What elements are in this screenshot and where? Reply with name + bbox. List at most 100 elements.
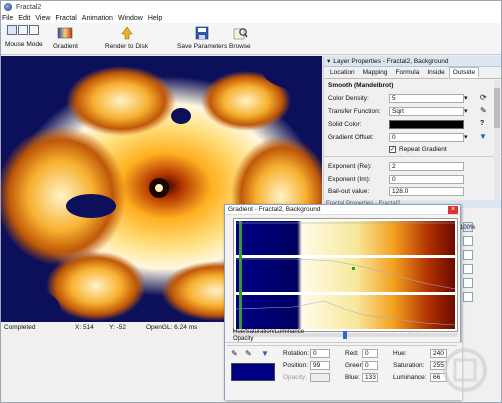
controls-divider: [227, 345, 457, 346]
color-density-label: Color Density:: [328, 95, 369, 102]
bailout-field[interactable]: 128.0: [389, 187, 464, 196]
menu-view[interactable]: View: [35, 15, 50, 22]
browse-button[interactable]: Browse: [229, 25, 251, 50]
panel-scroll-thumb[interactable]: [494, 88, 500, 128]
color-density-dropdown-icon[interactable]: ▾: [464, 94, 468, 102]
window-title: Fractal2: [16, 3, 42, 11]
gradient-window-titlebar: Gradient - Fractal2, Background: [225, 205, 460, 215]
close-icon[interactable]: ×: [448, 206, 458, 214]
gradient-controls: ✎ ✎ ▼ Rotation: 0 Position: 99 Opacity: …: [225, 342, 462, 400]
solid-color-label: Solid Color:: [328, 121, 362, 128]
current-color-swatch[interactable]: [231, 363, 275, 381]
tab-location[interactable]: Location: [326, 67, 359, 78]
render-label: Render to Disk: [105, 43, 148, 50]
transfer-function-select[interactable]: Sqrt: [389, 107, 464, 116]
percent-label: 100%: [460, 225, 476, 231]
tool-delete-icon[interactable]: [463, 250, 473, 260]
save-icon: [194, 25, 210, 41]
gradient-editor[interactable]: [233, 218, 458, 332]
status-y: Y: -52: [109, 324, 126, 331]
gradient-offset-field[interactable]: 0: [389, 133, 464, 142]
pointer-icon[interactable]: [7, 25, 18, 35]
mouse-mode-label: Mouse Mode: [5, 41, 43, 48]
exponent-im-field[interactable]: 0: [389, 175, 464, 184]
bailout-label: Bail-out value:: [328, 188, 370, 195]
menu-fractal[interactable]: Fractal: [55, 15, 76, 22]
save-parameters-label: Save Parameters: [177, 43, 228, 50]
gradient-offset-dropdown-icon[interactable]: ▾: [464, 133, 468, 141]
tab-inside[interactable]: Inside: [423, 67, 448, 78]
menu-file[interactable]: File: [2, 15, 13, 22]
gradient-icon: [57, 25, 73, 41]
rotation-label: Rotation:: [283, 350, 310, 357]
gradient-offset-label: Gradient Offset:: [328, 134, 374, 141]
gradient-button[interactable]: Gradient: [53, 25, 78, 50]
rotation-field[interactable]: 0: [310, 349, 330, 358]
exponent-re-label: Exponent (Re):: [328, 163, 372, 170]
layer-panel-title: Layer Properties - Fractal2, Background: [333, 57, 449, 65]
transfer-dropdown-icon[interactable]: ▾: [464, 107, 468, 115]
mouse-mode-icons: [7, 25, 40, 35]
pan-icon[interactable]: [29, 25, 40, 35]
divider: [324, 156, 502, 157]
tab-formula[interactable]: Formula: [392, 67, 424, 78]
gradient-side-tools: [463, 222, 481, 312]
solid-color-swatch[interactable]: [389, 120, 464, 129]
menu-animation[interactable]: Animation: [82, 15, 113, 22]
exponent-im-label: Exponent (Im):: [328, 176, 371, 183]
tool-invert-icon[interactable]: [463, 278, 473, 288]
watermark-logo: [443, 348, 487, 392]
opacity-field[interactable]: [310, 373, 330, 382]
menu-window[interactable]: Window: [118, 15, 143, 22]
curve-edit-icon[interactable]: ✎: [480, 106, 487, 115]
menu-help[interactable]: Help: [148, 15, 162, 22]
tool-smooth-icon[interactable]: [463, 292, 473, 302]
repeat-gradient-label: Repeat Gradient: [399, 146, 447, 153]
hue-label: Hue:: [393, 350, 407, 357]
green-field[interactable]: 0: [362, 361, 378, 370]
menu-edit[interactable]: Edit: [18, 15, 30, 22]
tool-duplicate-icon[interactable]: [463, 236, 473, 246]
blue-field[interactable]: 133: [362, 373, 378, 382]
position-slider-handle[interactable]: [343, 331, 347, 339]
layer-tabs: Location Mapping Formula Inside Outside: [324, 67, 501, 79]
panel-scrollbar[interactable]: [494, 80, 500, 202]
status-opengl: OpenGL: 6.24 ms: [146, 324, 198, 331]
color-density-field[interactable]: 5: [389, 94, 464, 103]
render-icon: [119, 25, 135, 41]
luminance-label: Luminance:: [393, 374, 427, 381]
reset-icon[interactable]: ⟳: [480, 93, 487, 102]
opacity-caption: Opacity: [233, 336, 254, 342]
repeat-gradient-checkbox[interactable]: ✓: [389, 146, 396, 153]
menu-bar: File Edit View Fractal Animation Window …: [1, 13, 501, 23]
tool-reverse-icon[interactable]: [463, 264, 473, 274]
red-field[interactable]: 0: [362, 349, 378, 358]
collapse-icon[interactable]: ▾: [327, 57, 330, 65]
transfer-function-label: Transfer Function:: [328, 108, 381, 115]
browse-label: Browse: [229, 43, 251, 50]
zoom-icon[interactable]: [18, 25, 29, 35]
tab-mapping[interactable]: Mapping: [359, 67, 392, 78]
position-field[interactable]: 99: [310, 361, 330, 370]
app-icon: [4, 3, 12, 11]
tab-outside[interactable]: Outside: [448, 67, 480, 78]
color-menu-icon[interactable]: ▼: [261, 349, 269, 358]
mouse-mode-group[interactable]: Mouse Mode: [5, 25, 43, 48]
render-button[interactable]: Render to Disk: [105, 25, 148, 50]
red-label: Red:: [345, 350, 359, 357]
browse-icon: [232, 25, 248, 41]
app-window: Fractal2 File Edit View Fractal Animatio…: [0, 0, 502, 403]
arrow-down-icon[interactable]: ▼: [479, 132, 487, 141]
gradient-window: Gradient - Fractal2, Background × ✎ ✎ ▼ …: [224, 204, 462, 400]
opacity-label: Opacity:: [283, 374, 307, 381]
exponent-re-field[interactable]: 2: [389, 162, 464, 171]
gradient-strips: [235, 221, 456, 329]
layer-panel-header: ▾ Layer Properties - Fractal2, Backgroun…: [324, 56, 501, 67]
save-parameters-button[interactable]: Save Parameters: [177, 25, 227, 50]
mode-label: Hue/Saturation/Luminance: [233, 329, 305, 335]
eyedropper-icon[interactable]: ✎: [231, 349, 238, 358]
status-text: Completed: [4, 324, 36, 331]
gradient-window-title: Gradient - Fractal2, Background: [228, 206, 321, 213]
edit-color-icon[interactable]: ✎: [245, 349, 252, 358]
help-icon[interactable]: ?: [480, 120, 484, 127]
